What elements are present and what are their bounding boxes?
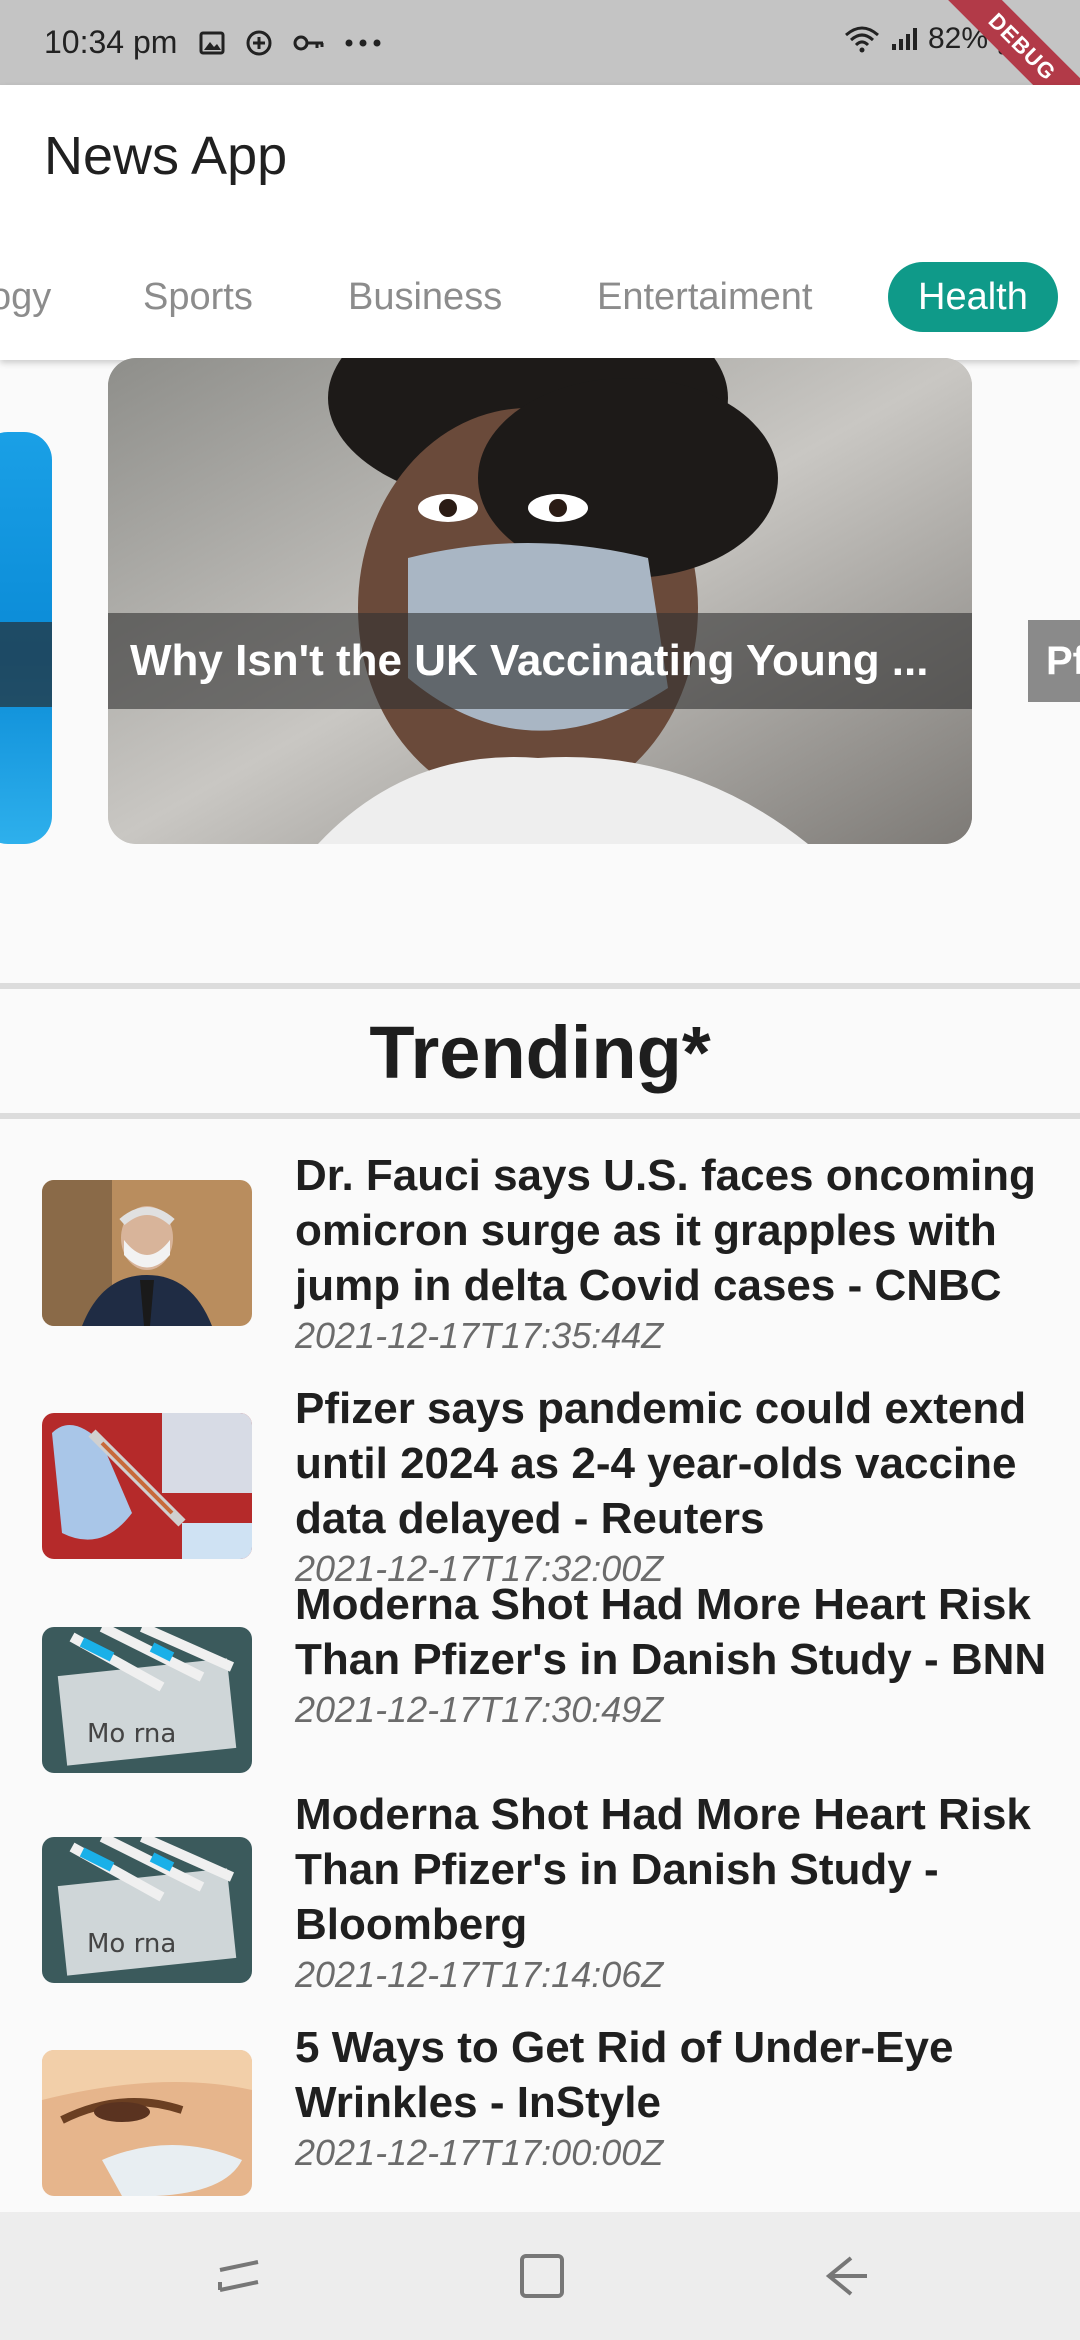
news-title: Pfizer says pandemic could extend until … [295, 1384, 1027, 1543]
headline-carousel[interactable]: Why Isn't the UK Vaccinating Young ... P… [0, 358, 1080, 858]
news-date: 2021-12-17T17:30:49Z [295, 1689, 664, 1730]
wifi-icon [844, 26, 879, 53]
carousel-caption: Why Isn't the UK Vaccinating Young ... [130, 636, 929, 685]
carousel-card-previous[interactable] [0, 432, 52, 844]
add-circle-icon [246, 30, 272, 55]
svg-text:Mo rna: Mo rna [87, 1719, 176, 1749]
trending-heading: Trending* [369, 1011, 711, 1094]
divider [0, 1113, 1080, 1119]
news-date: 2021-12-17T17:35:44Z [295, 1315, 664, 1356]
status-bar: 10:34 pm 82% DEBUG [0, 0, 1080, 146]
back-icon[interactable] [815, 2246, 875, 2306]
tab-entertainment[interactable]: Entertaiment [597, 262, 812, 332]
system-nav-bar [0, 2212, 1080, 2340]
tab-technology[interactable]: ogy [0, 262, 51, 332]
tab-sports[interactable]: Sports [143, 262, 253, 332]
news-text: Moderna Shot Had More Heart Risk Than Pf… [295, 1577, 1055, 1733]
news-thumbnail: Mo rna [42, 1627, 252, 1773]
news-thumbnail: Mo rna [42, 1837, 252, 1983]
news-text: Pfizer says pandemic could extend until … [295, 1381, 1055, 1592]
key-icon [293, 35, 324, 50]
category-tabs: ogy Sports Business Entertaiment Health [0, 262, 1080, 342]
news-title: Moderna Shot Had More Heart Risk Than Pf… [295, 1580, 1047, 1684]
news-title: 5 Ways to Get Rid of Under-Eye Wrinkles … [295, 2023, 954, 2127]
status-notification-icons [199, 29, 381, 57]
news-date: 2021-12-17T17:14:06Z [295, 1954, 664, 1995]
home-icon[interactable] [512, 2246, 572, 2306]
news-title: Moderna Shot Had More Heart Risk Than Pf… [295, 1790, 1031, 1949]
news-text: Dr. Fauci says U.S. faces oncoming omicr… [295, 1148, 1055, 1359]
news-thumbnail [42, 2050, 252, 2196]
app-title: News App [44, 126, 288, 186]
signal-icon [891, 28, 917, 50]
app-bar: News App ogy Sports Business Entertaimen… [0, 85, 1080, 360]
news-date: 2021-12-17T17:00:00Z [295, 2132, 664, 2173]
tab-business[interactable]: Business [348, 262, 502, 332]
carousel-card-next[interactable]: Pf [1028, 620, 1080, 702]
news-text: Moderna Shot Had More Heart Risk Than Pf… [295, 1787, 1055, 1998]
svg-text:Mo rna: Mo rna [87, 1929, 176, 1959]
divider [0, 983, 1080, 989]
news-text: 5 Ways to Get Rid of Under-Eye Wrinkles … [295, 2020, 1055, 2176]
caption-band [0, 622, 52, 707]
card-image [108, 358, 972, 844]
news-title: Dr. Fauci says U.S. faces oncoming omicr… [295, 1151, 1036, 1310]
gallery-icon [199, 31, 225, 54]
status-time: 10:34 pm [44, 24, 178, 60]
tab-health[interactable]: Health [888, 262, 1058, 332]
recents-icon[interactable] [210, 2246, 270, 2306]
carousel-card-current[interactable]: Why Isn't the UK Vaccinating Young ... [108, 358, 972, 844]
caption-band: Why Isn't the UK Vaccinating Young ... [108, 613, 972, 709]
news-thumbnail [42, 1413, 252, 1559]
more-icon [345, 39, 381, 46]
news-thumbnail [42, 1180, 252, 1326]
